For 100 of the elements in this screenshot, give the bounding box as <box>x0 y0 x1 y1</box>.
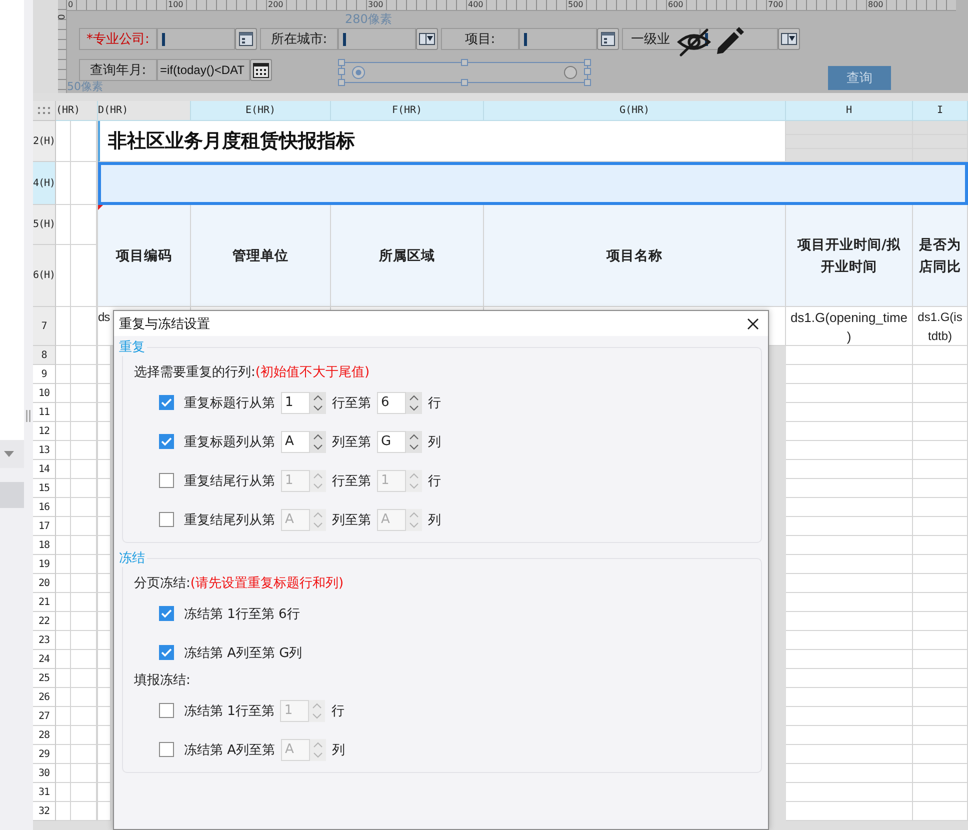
row-header[interactable]: 25 <box>33 669 56 688</box>
checkbox[interactable] <box>159 512 174 527</box>
row-header[interactable]: 9 <box>33 365 56 384</box>
checkbox[interactable] <box>159 434 174 449</box>
spin-arrows-icon[interactable] <box>313 432 323 450</box>
row-header[interactable]: 4(H) <box>33 162 56 205</box>
ruler-label: 400 <box>468 0 484 10</box>
ruler-label: 600 <box>668 0 684 10</box>
option-label: 行 <box>428 394 441 412</box>
row-header[interactable]: 27 <box>33 707 56 726</box>
row-header[interactable]: 13 <box>33 441 56 460</box>
row-header[interactable]: 29 <box>33 745 56 764</box>
section-label: 分页冻结: <box>134 574 190 592</box>
row-header[interactable]: 18 <box>33 536 56 555</box>
text-field[interactable] <box>338 28 416 50</box>
ruler-label: 700 <box>768 0 784 10</box>
option-label: 重复标题列从第 <box>184 434 275 450</box>
hint-text: (请先设置重复标题行和列) <box>190 574 344 592</box>
row-header[interactable]: 12 <box>33 422 56 441</box>
option-label: 列至第 <box>332 512 371 528</box>
text-field[interactable]: =if(today()<DAT <box>157 59 250 81</box>
picker-button[interactable] <box>235 28 257 50</box>
option-label: 行至第 <box>332 472 371 490</box>
row-header[interactable]: 5(H) <box>33 205 56 245</box>
row-header[interactable]: 21 <box>33 593 56 612</box>
row-header[interactable]: 22 <box>33 612 56 631</box>
dropdown-button[interactable] <box>778 28 800 50</box>
row-header[interactable]: 28 <box>33 726 56 745</box>
calendar-icon <box>253 62 269 78</box>
row-header[interactable]: 10 <box>33 384 56 403</box>
text-field[interactable] <box>157 28 235 50</box>
spin-arrows-icon[interactable] <box>409 432 419 450</box>
option-label: 冻结第 1行至第 6行 <box>184 606 300 622</box>
column-title-cell: 项目名称 <box>484 205 786 307</box>
spin-arrows-icon[interactable] <box>409 394 419 412</box>
merged-cell[interactable] <box>98 162 968 205</box>
checkbox[interactable] <box>159 395 174 410</box>
row-header[interactable]: 19 <box>33 555 56 574</box>
row-header[interactable]: 11 <box>33 403 56 422</box>
row-header[interactable]: 2(H) <box>33 121 56 162</box>
radio-group[interactable] <box>341 62 588 83</box>
checkbox[interactable] <box>159 473 174 488</box>
spin-arrows-icon[interactable] <box>313 394 323 412</box>
column-header[interactable]: E(HR) <box>191 101 331 121</box>
row-header[interactable]: 24 <box>33 650 56 669</box>
hidden-eye-icon[interactable] <box>676 27 712 57</box>
picker-button[interactable] <box>597 28 619 50</box>
caret-icon[interactable] <box>3 450 15 458</box>
ruler-label: 200 <box>268 0 284 10</box>
pencil-icon[interactable] <box>714 26 744 56</box>
field-label: 项目: <box>441 28 519 50</box>
column-header[interactable]: F(HR) <box>331 101 484 121</box>
date-button[interactable] <box>250 59 272 81</box>
option-label: 重复结尾行从第 <box>184 472 275 490</box>
column-header[interactable]: D(HR) <box>98 101 191 121</box>
column-header[interactable]: I <box>913 101 968 121</box>
row-header[interactable]: 26 <box>33 688 56 707</box>
row-header[interactable]: 17 <box>33 517 56 536</box>
close-icon[interactable] <box>747 318 759 330</box>
text-field[interactable] <box>519 28 597 50</box>
checkbox[interactable] <box>159 703 174 718</box>
column-header[interactable]: H <box>786 101 913 121</box>
row-header[interactable]: 23 <box>33 631 56 650</box>
column-header[interactable]: G(HR) <box>484 101 786 121</box>
option-label: 冻结第 1行至第 <box>184 702 274 720</box>
radio-button[interactable] <box>352 66 365 79</box>
option-label: 列 <box>428 512 441 528</box>
checkbox[interactable] <box>159 645 174 660</box>
text-cursor <box>343 32 346 46</box>
ruler-label: 0 <box>68 0 74 10</box>
column-title-cell: 项目开业时间/拟开业时间 <box>786 205 913 307</box>
dropdown-icon <box>781 33 797 45</box>
row-header[interactable]: 8 <box>33 346 56 365</box>
column-title-cell: 所属区域 <box>331 205 484 307</box>
option-label: 列至第 <box>332 434 371 450</box>
corner-header[interactable] <box>33 101 56 121</box>
row-header[interactable]: 15 <box>33 479 56 498</box>
row-header[interactable]: 7 <box>33 307 56 346</box>
resize-handle[interactable] <box>461 59 468 66</box>
row-header[interactable]: 32 <box>33 802 56 821</box>
row-header[interactable]: 6(H) <box>33 245 56 307</box>
grid-icon <box>38 106 50 114</box>
checkbox[interactable] <box>159 742 174 757</box>
resize-handle[interactable] <box>461 79 468 86</box>
column-header[interactable]: (HR) <box>56 101 98 121</box>
option-label: 列 <box>332 742 346 758</box>
checkbox[interactable] <box>159 606 174 621</box>
row-header[interactable]: 31 <box>33 783 56 802</box>
row-header[interactable]: 14 <box>33 460 56 479</box>
ruler-label: 0 <box>58 14 65 20</box>
splitter-handle-icon[interactable] <box>26 410 31 422</box>
row-header[interactable]: 20 <box>33 574 56 593</box>
option-label: 重复结尾列从第 <box>184 512 275 528</box>
row-header[interactable]: 30 <box>33 764 56 783</box>
radio-button[interactable] <box>564 66 577 79</box>
dropdown-button[interactable] <box>416 28 438 50</box>
row-header[interactable]: 16 <box>33 498 56 517</box>
ruler-label: 800 <box>868 0 884 10</box>
ruler-label: 300 <box>368 0 384 10</box>
column-title-cell: 项目编码 <box>98 205 191 307</box>
